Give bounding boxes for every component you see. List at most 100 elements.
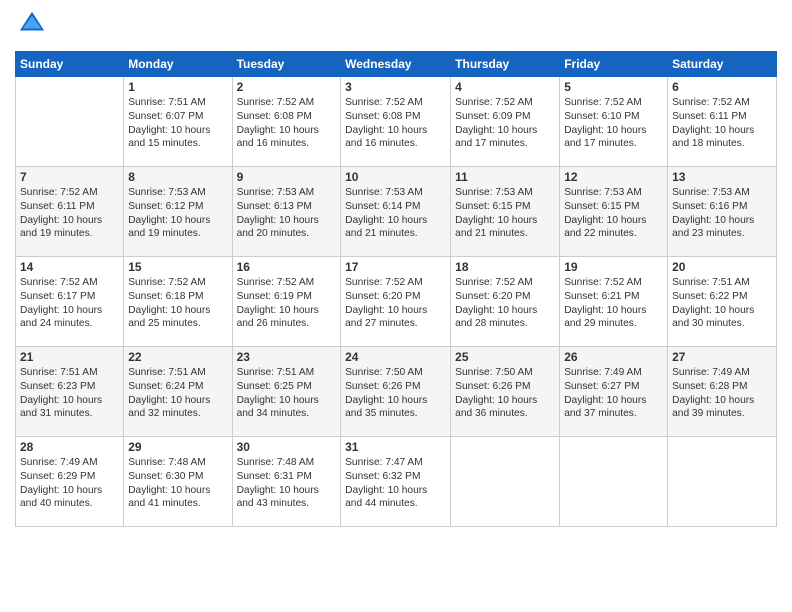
calendar-cell [451,437,560,527]
calendar-cell: 24 Sunrise: 7:50 AMSunset: 6:26 PMDayligh… [341,347,451,437]
day-number: 3 [345,80,446,94]
day-number: 19 [564,260,663,274]
day-info: Sunrise: 7:52 AMSunset: 6:11 PMDaylight:… [20,186,119,241]
day-number: 21 [20,350,119,364]
calendar-cell: 27 Sunrise: 7:49 AMSunset: 6:28 PMDayligh… [668,347,777,437]
calendar-cell: 23 Sunrise: 7:51 AMSunset: 6:25 PMDayligh… [232,347,341,437]
calendar-cell: 21 Sunrise: 7:51 AMSunset: 6:23 PMDayligh… [16,347,124,437]
day-number: 23 [237,350,337,364]
day-info: Sunrise: 7:53 AMSunset: 6:13 PMDaylight:… [237,186,337,241]
day-number: 28 [20,440,119,454]
calendar-cell: 22 Sunrise: 7:51 AMSunset: 6:24 PMDayligh… [124,347,232,437]
day-number: 22 [128,350,227,364]
calendar-week-row: 28 Sunrise: 7:49 AMSunset: 6:29 PMDayligh… [16,437,777,527]
weekday-header-wednesday: Wednesday [341,52,451,77]
calendar-cell: 20 Sunrise: 7:51 AMSunset: 6:22 PMDayligh… [668,257,777,347]
day-info: Sunrise: 7:49 AMSunset: 6:29 PMDaylight:… [20,456,119,511]
day-info: Sunrise: 7:51 AMSunset: 6:22 PMDaylight:… [672,276,772,331]
day-info: Sunrise: 7:52 AMSunset: 6:20 PMDaylight:… [455,276,555,331]
day-info: Sunrise: 7:53 AMSunset: 6:12 PMDaylight:… [128,186,227,241]
day-number: 14 [20,260,119,274]
day-number: 15 [128,260,227,274]
day-info: Sunrise: 7:52 AMSunset: 6:08 PMDaylight:… [345,96,446,151]
day-info: Sunrise: 7:51 AMSunset: 6:24 PMDaylight:… [128,366,227,421]
calendar-cell: 8 Sunrise: 7:53 AMSunset: 6:12 PMDaylight… [124,167,232,257]
calendar-week-row: 1 Sunrise: 7:51 AMSunset: 6:07 PMDaylight… [16,77,777,167]
calendar-cell: 9 Sunrise: 7:53 AMSunset: 6:13 PMDaylight… [232,167,341,257]
day-info: Sunrise: 7:51 AMSunset: 6:23 PMDaylight:… [20,366,119,421]
calendar-cell: 13 Sunrise: 7:53 AMSunset: 6:16 PMDayligh… [668,167,777,257]
day-info: Sunrise: 7:49 AMSunset: 6:28 PMDaylight:… [672,366,772,421]
day-number: 13 [672,170,772,184]
day-info: Sunrise: 7:52 AMSunset: 6:19 PMDaylight:… [237,276,337,331]
day-number: 4 [455,80,555,94]
day-number: 17 [345,260,446,274]
day-info: Sunrise: 7:50 AMSunset: 6:26 PMDaylight:… [345,366,446,421]
calendar-cell: 25 Sunrise: 7:50 AMSunset: 6:26 PMDayligh… [451,347,560,437]
calendar-cell: 11Sunrise: 7:53 AMSunset: 6:15 PMDayligh… [451,167,560,257]
day-info: Sunrise: 7:51 AMSunset: 6:25 PMDaylight:… [237,366,337,421]
day-info: Sunrise: 7:52 AMSunset: 6:21 PMDaylight:… [564,276,663,331]
day-number: 25 [455,350,555,364]
calendar-cell: 10Sunrise: 7:53 AMSunset: 6:14 PMDayligh… [341,167,451,257]
day-number: 1 [128,80,227,94]
day-number: 27 [672,350,772,364]
calendar-cell: 3 Sunrise: 7:52 AMSunset: 6:08 PMDaylight… [341,77,451,167]
day-number: 29 [128,440,227,454]
weekday-header-row: SundayMondayTuesdayWednesdayThursdayFrid… [16,52,777,77]
weekday-header-tuesday: Tuesday [232,52,341,77]
day-number: 16 [237,260,337,274]
calendar-cell [668,437,777,527]
page: SundayMondayTuesdayWednesdayThursdayFrid… [0,0,792,612]
logo-icon [18,10,46,38]
day-number: 24 [345,350,446,364]
calendar-cell [16,77,124,167]
day-info: Sunrise: 7:52 AMSunset: 6:11 PMDaylight:… [672,96,772,151]
calendar-cell: 19 Sunrise: 7:52 AMSunset: 6:21 PMDayligh… [560,257,668,347]
calendar-cell: 28 Sunrise: 7:49 AMSunset: 6:29 PMDayligh… [16,437,124,527]
day-info: Sunrise: 7:53 AMSunset: 6:16 PMDaylight:… [672,186,772,241]
day-number: 6 [672,80,772,94]
calendar-cell: 14Sunrise: 7:52 AMSunset: 6:17 PMDayligh… [16,257,124,347]
calendar-cell: 18 Sunrise: 7:52 AMSunset: 6:20 PMDayligh… [451,257,560,347]
calendar-cell: 12 Sunrise: 7:53 AMSunset: 6:15 PMDayligh… [560,167,668,257]
calendar-cell: 16 Sunrise: 7:52 AMSunset: 6:19 PMDayligh… [232,257,341,347]
day-number: 2 [237,80,337,94]
day-info: Sunrise: 7:53 AMSunset: 6:15 PMDaylight:… [564,186,663,241]
calendar-cell: 2 Sunrise: 7:52 AMSunset: 6:08 PMDaylight… [232,77,341,167]
weekday-header-thursday: Thursday [451,52,560,77]
calendar-cell: 26Sunrise: 7:49 AMSunset: 6:27 PMDayligh… [560,347,668,437]
day-number: 12 [564,170,663,184]
weekday-header-saturday: Saturday [668,52,777,77]
day-info: Sunrise: 7:50 AMSunset: 6:26 PMDaylight:… [455,366,555,421]
day-number: 8 [128,170,227,184]
calendar-table: SundayMondayTuesdayWednesdayThursdayFrid… [15,51,777,527]
calendar-cell: 29Sunrise: 7:48 AMSunset: 6:30 PMDayligh… [124,437,232,527]
day-number: 5 [564,80,663,94]
calendar-cell: 30Sunrise: 7:48 AMSunset: 6:31 PMDayligh… [232,437,341,527]
day-number: 9 [237,170,337,184]
day-info: Sunrise: 7:52 AMSunset: 6:08 PMDaylight:… [237,96,337,151]
calendar-cell: 6 Sunrise: 7:52 AMSunset: 6:11 PMDaylight… [668,77,777,167]
calendar-cell: 7 Sunrise: 7:52 AMSunset: 6:11 PMDaylight… [16,167,124,257]
calendar-cell: 17 Sunrise: 7:52 AMSunset: 6:20 PMDayligh… [341,257,451,347]
day-info: Sunrise: 7:52 AMSunset: 6:09 PMDaylight:… [455,96,555,151]
day-info: Sunrise: 7:47 AMSunset: 6:32 PMDaylight:… [345,456,446,511]
day-info: Sunrise: 7:51 AMSunset: 6:07 PMDaylight:… [128,96,227,151]
header [15,10,777,43]
day-info: Sunrise: 7:52 AMSunset: 6:18 PMDaylight:… [128,276,227,331]
calendar-cell [560,437,668,527]
day-info: Sunrise: 7:52 AMSunset: 6:20 PMDaylight:… [345,276,446,331]
calendar-week-row: 21 Sunrise: 7:51 AMSunset: 6:23 PMDayligh… [16,347,777,437]
day-number: 11 [455,170,555,184]
day-info: Sunrise: 7:48 AMSunset: 6:31 PMDaylight:… [237,456,337,511]
day-info: Sunrise: 7:52 AMSunset: 6:10 PMDaylight:… [564,96,663,151]
calendar-cell: 5 Sunrise: 7:52 AMSunset: 6:10 PMDaylight… [560,77,668,167]
calendar-cell: 15 Sunrise: 7:52 AMSunset: 6:18 PMDayligh… [124,257,232,347]
weekday-header-friday: Friday [560,52,668,77]
day-number: 18 [455,260,555,274]
weekday-header-sunday: Sunday [16,52,124,77]
day-number: 7 [20,170,119,184]
calendar-week-row: 7 Sunrise: 7:52 AMSunset: 6:11 PMDaylight… [16,167,777,257]
day-number: 20 [672,260,772,274]
